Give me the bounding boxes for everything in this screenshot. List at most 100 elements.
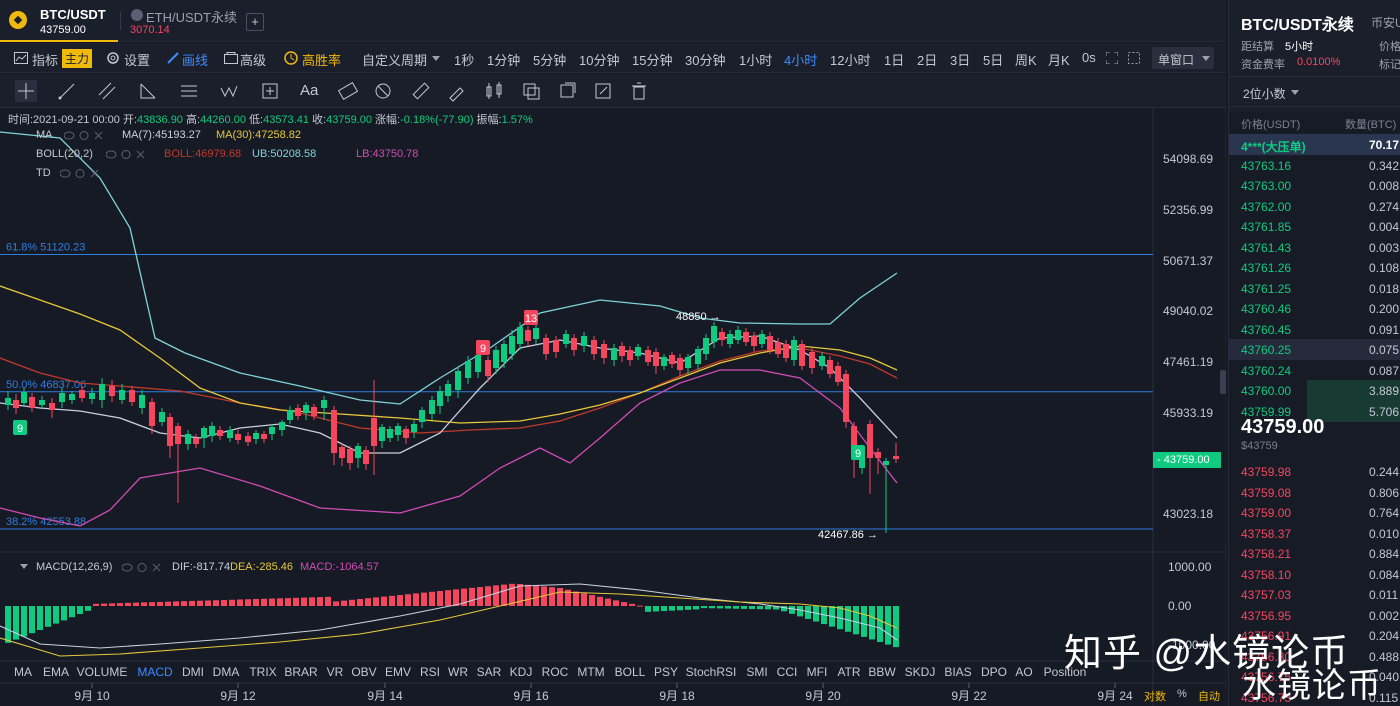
log-scale-toggle[interactable]: 对数 xyxy=(1144,688,1166,704)
period-5d[interactable]: 5日 xyxy=(983,50,1003,69)
ask-row[interactable]: 43761.25 0.018 xyxy=(1229,278,1400,299)
period-15m[interactable]: 15分钟 xyxy=(632,50,672,69)
indicator-tab-macd[interactable]: MACD xyxy=(137,665,173,679)
kline-chart[interactable]: 61.8% 51120.23 50.0% 46837.06 38.2% 42553.… xyxy=(0,108,1226,706)
triangle-tool-icon[interactable] xyxy=(137,80,159,102)
indicator-tab-atr[interactable]: ATR xyxy=(837,665,860,679)
percent-scale-toggle[interactable]: % xyxy=(1177,688,1187,700)
ma-controls-icon[interactable] xyxy=(64,130,104,141)
parallel-line-tool-icon[interactable] xyxy=(96,80,118,102)
ask-row[interactable]: 43760.00 3.889 xyxy=(1229,380,1400,401)
period-1d[interactable]: 1日 xyxy=(884,50,904,69)
boll-controls-icon[interactable] xyxy=(106,149,146,160)
bid-row[interactable]: 43758.21 0.884 xyxy=(1229,543,1400,564)
ask-row[interactable]: 43761.85 0.004 xyxy=(1229,216,1400,237)
ask-row[interactable]: 43760.25 0.075 xyxy=(1229,339,1400,360)
trash-icon[interactable] xyxy=(628,80,650,102)
indicator-tab-dma[interactable]: DMA xyxy=(213,665,240,679)
indicator-tab-roc[interactable]: ROC xyxy=(542,665,569,679)
indicator-tab-boll[interactable]: BOLL xyxy=(615,665,646,679)
settings-button[interactable]: 设置 xyxy=(124,50,150,69)
ask-row[interactable]: 43760.24 0.087 xyxy=(1229,360,1400,381)
period-30m[interactable]: 30分钟 xyxy=(685,50,725,69)
indicator-tab-trix[interactable]: TRIX xyxy=(249,665,276,679)
bid-row[interactable]: 43759.98 0.244 xyxy=(1229,461,1400,482)
indicator-tab-mfi[interactable]: MFI xyxy=(807,665,828,679)
indicator-tab-rsi[interactable]: RSI xyxy=(420,665,440,679)
indicator-tab-sar[interactable]: SAR xyxy=(477,665,502,679)
period-2d[interactable]: 2日 xyxy=(917,50,937,69)
indicator-button[interactable]: 指标 xyxy=(32,50,58,69)
indicator-tab-emv[interactable]: EMV xyxy=(385,665,411,679)
period-month[interactable]: 月K xyxy=(1048,50,1070,69)
ask-row[interactable]: 43761.43 0.003 xyxy=(1229,237,1400,258)
period-1m[interactable]: 1分钟 xyxy=(487,50,520,69)
indicator-tab-vr[interactable]: VR xyxy=(327,665,344,679)
ask-row[interactable]: 43763.16 0.342 xyxy=(1229,155,1400,176)
indicator-tab-psy[interactable]: PSY xyxy=(654,665,678,679)
indicator-tab-bbw[interactable]: BBW xyxy=(868,665,896,679)
period-0s[interactable]: 0s xyxy=(1082,50,1096,65)
ask-row[interactable]: 43763.00 0.008 xyxy=(1229,175,1400,196)
fullscreen-icon[interactable] xyxy=(1106,52,1118,64)
main-force-badge[interactable]: 主力 xyxy=(62,49,93,68)
bid-row[interactable]: 43759.00 0.764 xyxy=(1229,502,1400,523)
ask-row[interactable]: 43760.46 0.200 xyxy=(1229,298,1400,319)
horizontal-lines-tool-icon[interactable] xyxy=(178,80,200,102)
high-win-rate-button[interactable]: 高胜率 xyxy=(302,50,341,69)
indicator-tab-kdj[interactable]: KDJ xyxy=(510,665,533,679)
macd-controls-icon[interactable] xyxy=(122,562,162,573)
fib-tool-icon[interactable] xyxy=(337,80,359,102)
period-week[interactable]: 周K xyxy=(1015,50,1037,69)
candle-tool-icon[interactable] xyxy=(483,80,505,102)
indicator-tab-dmi[interactable]: DMI xyxy=(182,665,204,679)
panel-collapse-handle[interactable] xyxy=(1220,370,1226,394)
period-1h[interactable]: 1小时 xyxy=(739,50,772,69)
bid-row[interactable]: 43758.10 0.084 xyxy=(1229,564,1400,585)
pattern-tool-icon[interactable] xyxy=(372,80,394,102)
bid-row[interactable]: 43758.37 0.010 xyxy=(1229,523,1400,544)
indicator-tab-dpo[interactable]: DPO xyxy=(981,665,1007,679)
add-tab-button[interactable]: + xyxy=(246,13,264,31)
draw-line-button[interactable]: 画线 xyxy=(182,50,208,69)
period-5m[interactable]: 5分钟 xyxy=(533,50,566,69)
collapse-icon[interactable] xyxy=(20,564,28,569)
window-mode-select[interactable]: 单窗口 xyxy=(1152,47,1214,69)
ruler-tool-icon[interactable] xyxy=(410,80,432,102)
period-10m[interactable]: 10分钟 xyxy=(579,50,619,69)
auto-scale-toggle[interactable]: 自动 xyxy=(1198,688,1220,704)
indicator-tab-wr[interactable]: WR xyxy=(448,665,468,679)
bid-row[interactable]: 43759.08 0.806 xyxy=(1229,482,1400,503)
indicator-tab-skdj[interactable]: SKDJ xyxy=(905,665,936,679)
indicator-tab-smi[interactable]: SMI xyxy=(746,665,767,679)
indicator-tab-brar[interactable]: BRAR xyxy=(284,665,318,679)
ask-row[interactable]: 4***(大压单) 70.17 xyxy=(1229,134,1400,155)
advanced-button[interactable]: 高级 xyxy=(240,50,266,69)
ask-row[interactable]: 43761.26 0.108 xyxy=(1229,257,1400,278)
indicator-tabs[interactable]: MA EMA VOLUME MACD DMI DMA TRIX BRAR VR OBV EMV RSI… xyxy=(14,665,1086,679)
tab-eth-usdt[interactable]: ETH/USDT永续 3070.14 xyxy=(126,0,237,42)
indicator-tab-ma[interactable]: MA xyxy=(14,665,32,679)
td-controls-icon[interactable] xyxy=(60,168,100,179)
visibility-tool-icon[interactable] xyxy=(592,80,614,102)
decimals-select[interactable]: 2位小数 xyxy=(1243,85,1286,102)
custom-period-select[interactable]: 自定义周期 xyxy=(362,50,427,69)
wave-tool-icon[interactable] xyxy=(219,80,241,102)
text-tool-icon[interactable]: Aa xyxy=(300,80,322,102)
indicator-tab-bias[interactable]: BIAS xyxy=(944,665,971,679)
expand-icon[interactable] xyxy=(1128,52,1140,64)
ask-row[interactable]: 43760.45 0.091 xyxy=(1229,319,1400,340)
measure-tool-icon[interactable] xyxy=(259,80,281,102)
period-1s[interactable]: 1秒 xyxy=(454,50,474,69)
indicator-tab-stochrsi[interactable]: StochRSI xyxy=(686,665,737,679)
indicator-tab-mtm[interactable]: MTM xyxy=(577,665,604,679)
brush-tool-icon[interactable] xyxy=(446,80,468,102)
trend-line-tool-icon[interactable] xyxy=(56,80,78,102)
indicator-tab-cci[interactable]: CCI xyxy=(777,665,798,679)
copy-tool-icon[interactable] xyxy=(520,80,542,102)
indicator-tab-ema[interactable]: EMA xyxy=(43,665,69,679)
indicator-tab-volume[interactable]: VOLUME xyxy=(77,665,128,679)
indicator-tab-obv[interactable]: OBV xyxy=(351,665,376,679)
bid-row[interactable]: 43757.03 0.011 xyxy=(1229,584,1400,605)
period-4h[interactable]: 4小时 xyxy=(784,50,817,69)
